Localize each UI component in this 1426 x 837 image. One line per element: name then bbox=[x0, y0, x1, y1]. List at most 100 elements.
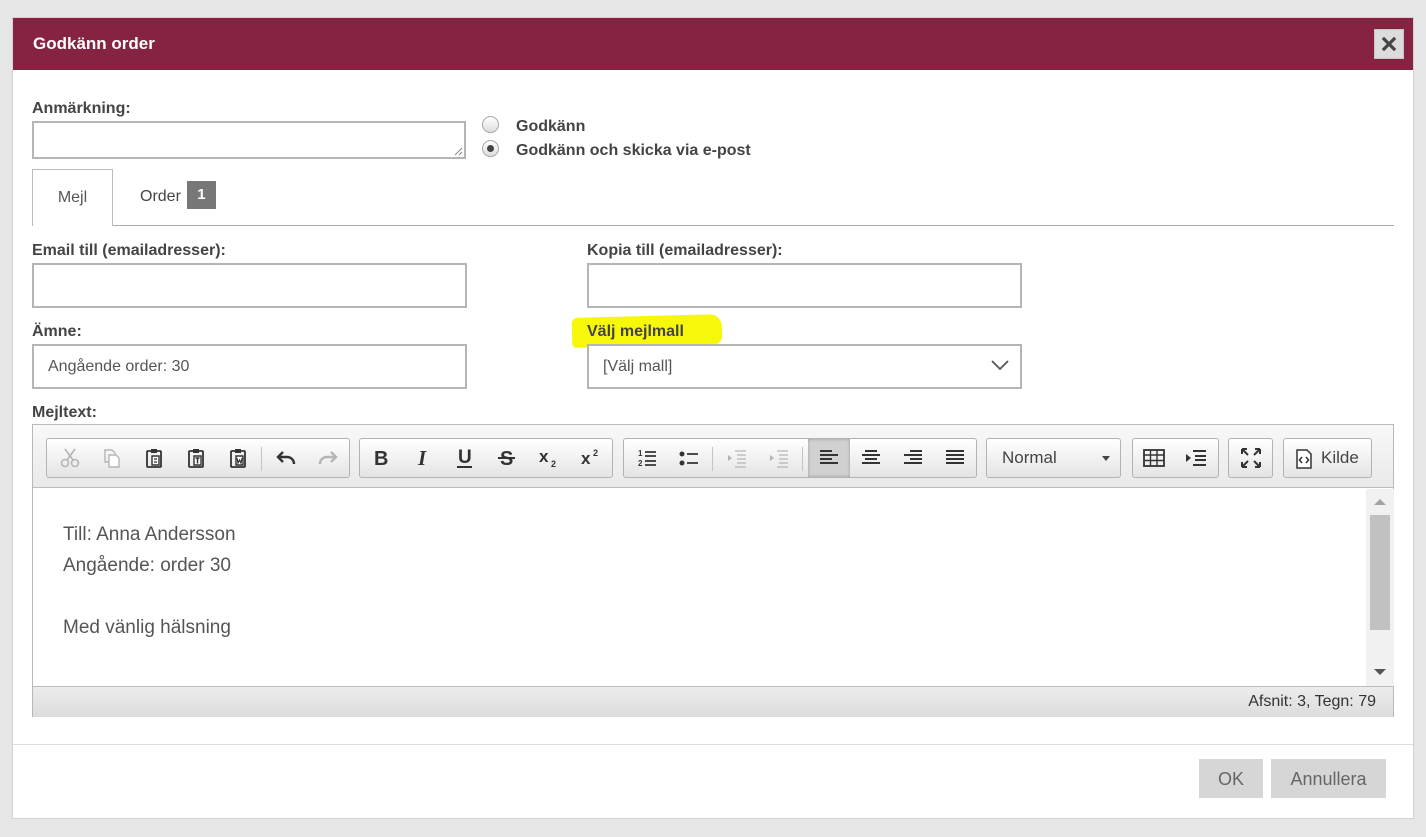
svg-text:I: I bbox=[417, 447, 427, 469]
numbered-list-icon: 1 2 bbox=[638, 449, 656, 468]
email-to-input[interactable] bbox=[32, 263, 467, 308]
remark-label: Anmärkning: bbox=[32, 100, 131, 117]
editor-toolbar: B I U S x 2 x 2 1 2 Normal Kilde bbox=[33, 425, 1393, 488]
radio-approve[interactable] bbox=[482, 116, 499, 133]
align-right-button[interactable] bbox=[892, 439, 934, 477]
bulleted-list-icon bbox=[679, 451, 698, 466]
bold-button[interactable]: B bbox=[360, 439, 402, 477]
align-left-icon bbox=[820, 450, 838, 464]
bulleted-list-button[interactable] bbox=[668, 439, 710, 477]
email-cc-input[interactable] bbox=[587, 263, 1022, 308]
content-blank-line bbox=[63, 581, 1363, 612]
align-center-icon bbox=[862, 450, 880, 464]
close-button[interactable] bbox=[1374, 29, 1404, 59]
underline-button[interactable]: U bbox=[444, 439, 486, 477]
subject-label: Ämne: bbox=[32, 323, 82, 340]
insert-group bbox=[1132, 438, 1219, 478]
resize-grip-icon[interactable] bbox=[453, 146, 463, 156]
editor-content[interactable]: Till: Anna Andersson Angående: order 30 … bbox=[33, 489, 1363, 686]
footer-divider bbox=[13, 744, 1413, 745]
template-select-value: [Välj mall] bbox=[603, 358, 673, 375]
format-dropdown[interactable]: Normal bbox=[986, 438, 1121, 478]
strikethrough-button[interactable]: S bbox=[486, 439, 528, 477]
copy-button[interactable] bbox=[91, 439, 133, 477]
remark-textarea[interactable] bbox=[32, 121, 466, 159]
editor-statusbar: Afsnit: 3, Tegn: 79 bbox=[33, 686, 1393, 717]
email-to-label: Email till (emailadresser): bbox=[32, 242, 226, 259]
tab-order-badge: 1 bbox=[186, 180, 216, 209]
numbered-list-button[interactable]: 1 2 bbox=[626, 439, 668, 477]
svg-text:2: 2 bbox=[593, 448, 598, 458]
rich-text-editor: B I U S x 2 x 2 1 2 Normal Kilde Till: A… bbox=[32, 424, 1394, 717]
ok-button[interactable]: OK bbox=[1199, 759, 1263, 798]
align-center-button[interactable] bbox=[850, 439, 892, 477]
paragraph-group: 1 2 bbox=[623, 438, 977, 478]
close-icon bbox=[1382, 37, 1396, 51]
cut-icon bbox=[60, 448, 80, 468]
svg-text:2: 2 bbox=[638, 459, 643, 468]
radio-approve-and-email-label[interactable]: Godkänn och skicka via e-post bbox=[516, 142, 751, 160]
paste-text-button[interactable] bbox=[175, 439, 217, 477]
italic-button[interactable]: I bbox=[402, 439, 444, 477]
chevron-down-icon bbox=[991, 360, 1009, 371]
tabs-divider bbox=[32, 225, 1394, 226]
toolbar-separator bbox=[712, 447, 713, 471]
scroll-up-icon[interactable] bbox=[1374, 499, 1386, 505]
maximize-icon bbox=[1241, 448, 1261, 468]
paste-word-icon bbox=[230, 449, 246, 468]
tab-order-label: Order bbox=[140, 188, 181, 205]
strikethrough-icon: S bbox=[498, 448, 515, 469]
superscript-button[interactable]: x 2 bbox=[570, 439, 612, 477]
paste-button[interactable] bbox=[133, 439, 175, 477]
body-label: Mejltext: bbox=[32, 404, 97, 421]
superscript-icon: x 2 bbox=[581, 448, 598, 468]
template-select[interactable]: [Välj mall] bbox=[587, 344, 1022, 389]
dialog-title: Godkänn order bbox=[33, 34, 155, 53]
bold-icon: B bbox=[374, 448, 388, 469]
paste-icon bbox=[146, 449, 162, 468]
subscript-button[interactable]: x 2 bbox=[528, 439, 570, 477]
svg-text:1: 1 bbox=[638, 449, 643, 458]
paste-word-button[interactable] bbox=[217, 439, 259, 477]
svg-text:U: U bbox=[458, 447, 472, 468]
undo-button[interactable] bbox=[265, 439, 307, 477]
tab-mejl[interactable]: Mejl bbox=[32, 169, 113, 226]
increase-indent-button[interactable] bbox=[758, 439, 800, 477]
cut-button[interactable] bbox=[49, 439, 91, 477]
decrease-indent-button[interactable] bbox=[716, 439, 758, 477]
maximize-button[interactable] bbox=[1230, 439, 1272, 477]
indent-block-button[interactable] bbox=[1175, 439, 1217, 477]
toolbar-separator bbox=[261, 447, 262, 471]
redo-icon bbox=[318, 451, 338, 465]
scroll-down-icon[interactable] bbox=[1374, 669, 1386, 675]
svg-text:2: 2 bbox=[551, 459, 556, 469]
source-button[interactable]: Kilde bbox=[1283, 438, 1372, 478]
justify-icon bbox=[946, 450, 964, 464]
svg-text:x: x bbox=[539, 447, 549, 466]
email-cc-label: Kopia till (emailadresser): bbox=[587, 242, 783, 259]
tab-order[interactable]: Order 1 bbox=[140, 169, 216, 226]
justify-button[interactable] bbox=[934, 439, 976, 477]
svg-text:x: x bbox=[581, 449, 591, 468]
cancel-button[interactable]: Annullera bbox=[1271, 759, 1386, 798]
radio-approve-and-email[interactable] bbox=[482, 140, 499, 157]
dialog-titlebar: Godkänn order bbox=[13, 18, 1413, 70]
svg-text:B: B bbox=[374, 448, 388, 469]
editor-scrollbar[interactable] bbox=[1366, 489, 1394, 686]
decrease-indent-icon bbox=[728, 450, 746, 468]
content-line: Angående: order 30 bbox=[63, 555, 231, 576]
subject-input[interactable]: Angående order: 30 bbox=[32, 344, 467, 389]
radio-approve-label[interactable]: Godkänn bbox=[516, 118, 585, 136]
indent-block-icon bbox=[1186, 450, 1206, 466]
scroll-thumb[interactable] bbox=[1370, 515, 1390, 630]
content-line: Med vänlig hälsning bbox=[63, 617, 231, 638]
toolbar-separator bbox=[802, 447, 803, 471]
table-button[interactable] bbox=[1133, 439, 1175, 477]
align-right-icon bbox=[904, 450, 922, 464]
paste-text-icon bbox=[188, 449, 204, 468]
align-left-button[interactable] bbox=[808, 439, 850, 477]
copy-icon bbox=[104, 449, 120, 468]
basic-styles-group: B I U S x 2 x 2 bbox=[359, 438, 613, 478]
tools-group bbox=[1228, 438, 1273, 478]
redo-button[interactable] bbox=[307, 439, 349, 477]
